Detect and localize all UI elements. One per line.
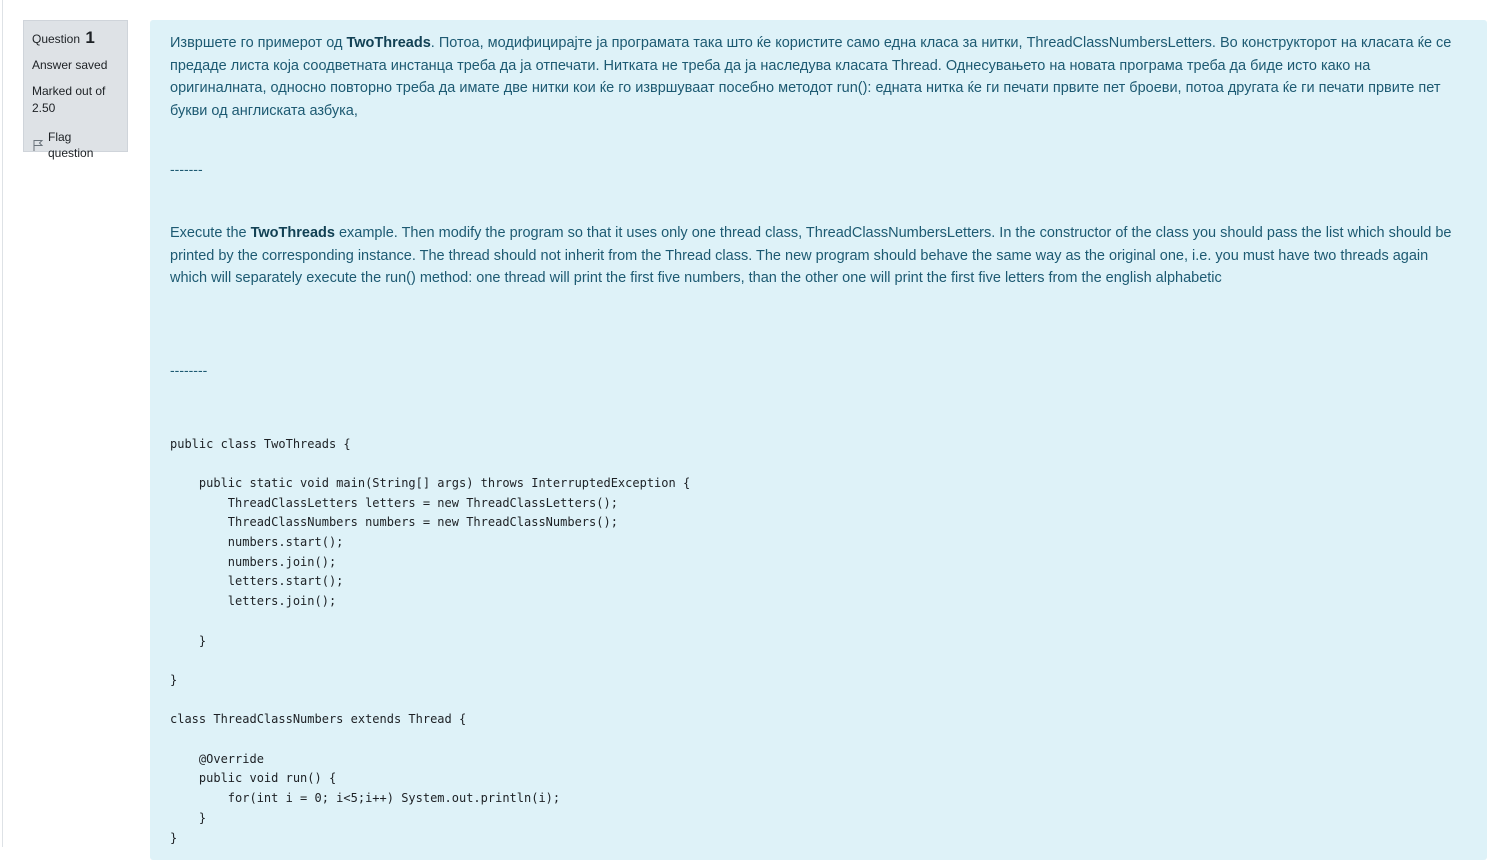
question-grade: Marked out of 2.50 (32, 83, 120, 117)
answer-state: Answer saved (32, 58, 108, 72)
grade-value: 2.50 (32, 101, 56, 115)
separator-line: -------- (170, 361, 208, 378)
en-text-rest: example. Then modify the program so that… (170, 225, 1452, 286)
question-content: Извршете го примерот од TwoThreads. Пото… (150, 20, 1487, 860)
question-number-value: 1 (85, 28, 95, 47)
grade-label: Marked out of (32, 84, 106, 98)
separator-line: ------- (170, 161, 203, 177)
page-left-border (2, 0, 3, 847)
question-info-panel: Question 1 Answer saved Marked out of 2.… (23, 20, 128, 160)
code-listing: public class TwoThreads { public static … (170, 436, 691, 845)
flag-question-link[interactable]: Flag question (32, 129, 120, 161)
question-text-english: Execute the TwoThreads example. Then mod… (170, 222, 1467, 290)
mk-text-start: Извршете го примерот од (170, 35, 347, 51)
en-text-start: Execute the (170, 225, 251, 241)
en-example-name: TwoThreads (250, 225, 335, 241)
mk-example-name: TwoThreads (346, 35, 431, 51)
question-text-macedonian: Извршете го примерот од TwoThreads. Пото… (170, 32, 1467, 122)
flag-question-label: Flag question (48, 130, 94, 160)
question-label: Question (32, 32, 81, 46)
question-number: Question 1 (32, 29, 120, 48)
flag-icon (32, 139, 44, 151)
